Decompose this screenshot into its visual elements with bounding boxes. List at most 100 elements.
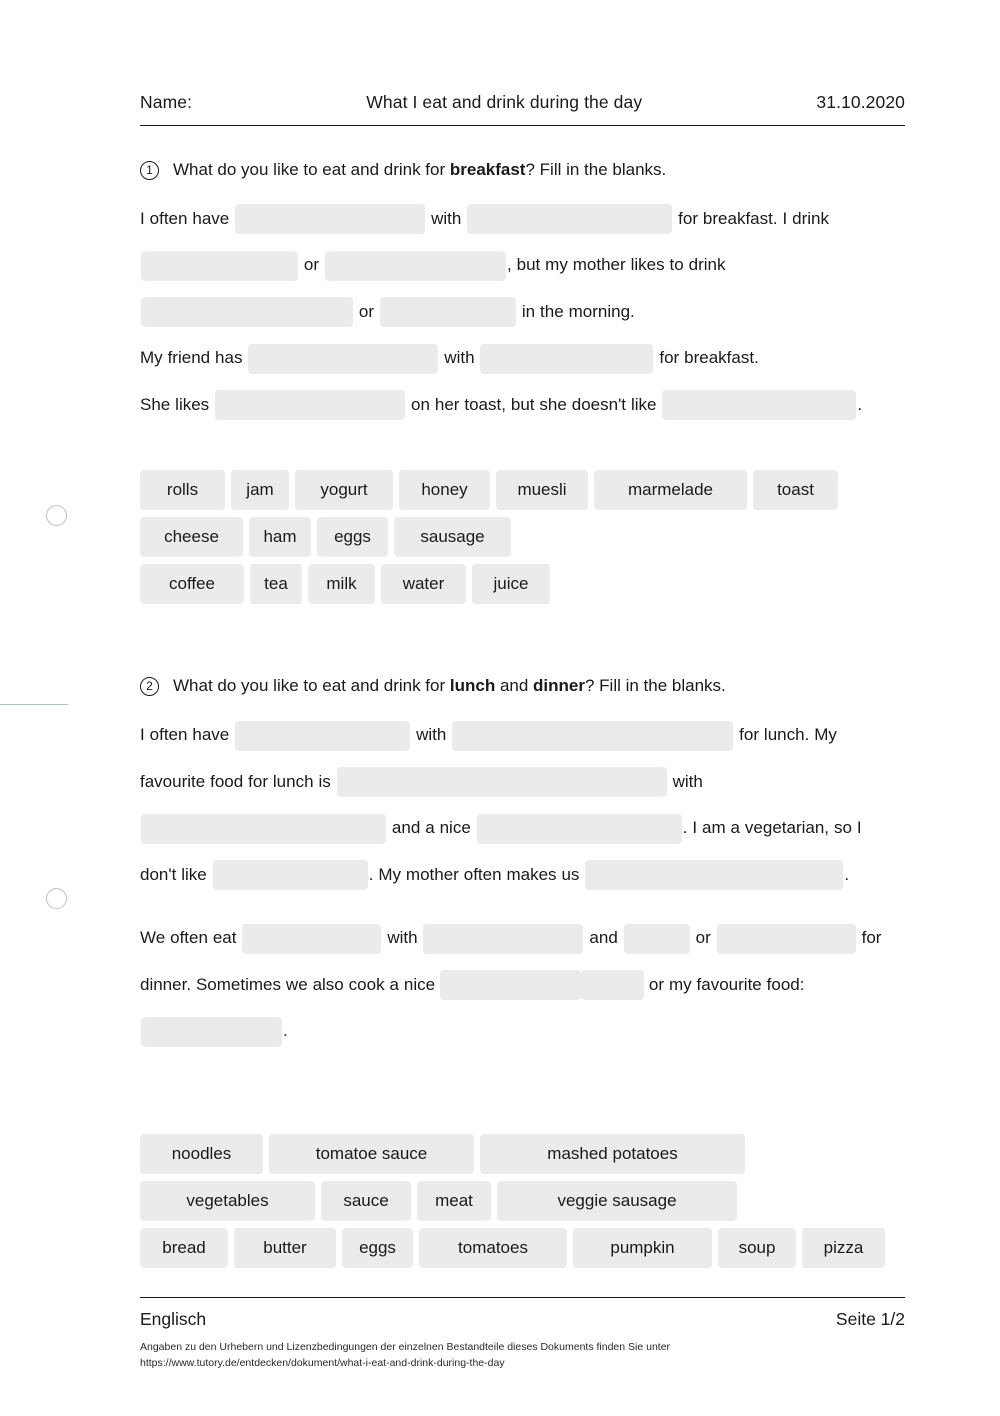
sentence-text: favourite food for lunch is xyxy=(140,771,336,791)
blank-field[interactable] xyxy=(581,970,644,1001)
worksheet-page: Name: What I eat and drink during the da… xyxy=(0,0,1000,1416)
document-header: Name: What I eat and drink during the da… xyxy=(140,0,905,113)
blank-field[interactable] xyxy=(336,767,667,798)
wordbank-row: noodles tomatoe sauce mashed potatoes xyxy=(140,1133,905,1174)
sentence-text: dinner. Sometimes we also cook a nice xyxy=(140,974,440,994)
sentence-line: or , but my mother likes to drink xyxy=(140,242,905,289)
blank-field[interactable] xyxy=(141,250,298,281)
sentence-text: don't like xyxy=(140,864,212,884)
wordbank-chip[interactable]: muesli xyxy=(496,470,588,511)
sentence-text: or xyxy=(690,928,716,948)
blank-field[interactable] xyxy=(212,860,368,891)
exercise-2-number: 2 xyxy=(140,677,159,697)
wordbank-chip[interactable]: toast xyxy=(753,470,838,511)
blank-field[interactable] xyxy=(423,923,584,954)
exercise-1-body: I often have with for breakfast. I drink… xyxy=(140,196,905,429)
blank-field[interactable] xyxy=(476,813,682,844)
wordbank-chip[interactable]: yogurt xyxy=(295,470,393,511)
exercise-2-body-lunch: I often have with for lunch. My favourite… xyxy=(140,712,905,898)
sentence-text: for lunch. My xyxy=(734,725,837,745)
wordbank-chip[interactable]: tomatoes xyxy=(419,1227,567,1268)
wordbank-row: rolls jam yogurt honey muesli marmelade toast xyxy=(140,470,905,511)
wordbank-chip[interactable]: milk xyxy=(308,564,375,605)
name-label: Name: xyxy=(140,92,193,112)
sentence-text: with xyxy=(426,208,467,228)
wordbank-chip[interactable]: tea xyxy=(250,564,302,605)
section-marker-circle-1[interactable] xyxy=(46,505,67,526)
wordbank-chip[interactable]: pumpkin xyxy=(573,1227,712,1268)
wordbank-chip[interactable]: cheese xyxy=(140,517,243,558)
sentence-text: and xyxy=(584,928,623,948)
footer-credits-line-1: Angaben zu den Urhebern und Lizenzbeding… xyxy=(140,1341,671,1353)
blank-field[interactable] xyxy=(242,923,382,954)
blank-field[interactable] xyxy=(440,970,581,1001)
blank-field[interactable] xyxy=(716,923,856,954)
wordbank-chip[interactable]: juice xyxy=(472,564,550,605)
blank-field[interactable] xyxy=(141,813,386,844)
blank-field[interactable] xyxy=(141,297,353,328)
sentence-text: My friend has xyxy=(140,348,248,368)
blank-field[interactable] xyxy=(248,343,439,374)
blank-field[interactable] xyxy=(324,250,506,281)
sentence-line: . xyxy=(140,1008,905,1055)
section-marker-circle-2[interactable] xyxy=(46,888,67,909)
wordbank-chip[interactable]: sauce xyxy=(321,1180,411,1221)
wordbank-row: cheese ham eggs sausage xyxy=(140,517,905,558)
wordbank-chip[interactable]: mashed potatoes xyxy=(480,1133,745,1174)
wordbank-chip[interactable]: eggs xyxy=(342,1227,413,1268)
sentence-text: . I am a vegetarian, so I xyxy=(682,818,862,838)
wordbank-chip[interactable]: pizza xyxy=(802,1227,885,1268)
wordbank-chip[interactable]: coffee xyxy=(140,564,244,605)
exercise-1: 1 What do you like to eat and drink for … xyxy=(140,159,905,605)
prompt2-text-before: What do you like to eat and drink for xyxy=(173,676,450,696)
sentence-text: or xyxy=(354,301,379,321)
blank-field[interactable] xyxy=(235,204,426,235)
exercise-1-wordbank: rolls jam yogurt honey muesli marmelade toast c… xyxy=(140,470,905,605)
sentence-text: with xyxy=(439,348,480,368)
wordbank-chip[interactable]: rolls xyxy=(140,470,225,511)
wordbank-chip[interactable]: veggie sausage xyxy=(497,1180,737,1221)
wordbank-chip[interactable]: sausage xyxy=(394,517,511,558)
sentence-text: or xyxy=(299,255,324,275)
blank-field[interactable] xyxy=(379,297,516,328)
wordbank-chip[interactable]: noodles xyxy=(140,1133,263,1174)
exercise-1-number: 1 xyxy=(140,161,159,180)
wordbank-chip[interactable]: soup xyxy=(718,1227,796,1268)
blank-field[interactable] xyxy=(662,390,857,421)
blank-field[interactable] xyxy=(623,923,690,954)
wordbank-chip[interactable]: eggs xyxy=(317,517,388,558)
sentence-line: I often have with for breakfast. I drink xyxy=(140,196,905,243)
blank-field[interactable] xyxy=(452,720,734,751)
footer-credits-url[interactable]: https://www.tutory.de/entdecken/dokument… xyxy=(140,1355,905,1371)
wordbank-chip[interactable]: honey xyxy=(399,470,490,511)
sentence-line: don't like . My mother often makes us . xyxy=(140,852,905,899)
footer-subject: Englisch xyxy=(140,1309,207,1329)
footer-main-line: Englisch Seite 1/2 xyxy=(140,1298,905,1330)
wordbank-chip[interactable]: butter xyxy=(234,1227,336,1268)
wordbank-chip[interactable]: meat xyxy=(417,1180,491,1221)
blank-field[interactable] xyxy=(585,860,844,891)
sentence-text: . My mother often makes us xyxy=(368,864,585,884)
wordbank-chip[interactable]: jam xyxy=(231,470,289,511)
footer-page-number: Seite 1/2 xyxy=(835,1309,905,1329)
sentence-text: for breakfast. I drink xyxy=(673,208,830,228)
wordbank-row: bread butter eggs tomatoes pumpkin soup pizza xyxy=(140,1227,905,1268)
wordbank-chip[interactable]: ham xyxy=(249,517,311,558)
sentence-text: for breakfast. xyxy=(654,348,759,368)
wordbank-chip[interactable]: marmelade xyxy=(594,470,747,511)
blank-field[interactable] xyxy=(467,204,673,235)
blank-field[interactable] xyxy=(235,720,411,751)
blank-field[interactable] xyxy=(215,390,406,421)
wordbank-chip[interactable]: vegetables xyxy=(140,1180,315,1221)
blank-field[interactable] xyxy=(480,343,654,374)
wordbank-chip[interactable]: water xyxy=(381,564,466,605)
wordbank-chip[interactable]: bread xyxy=(140,1227,228,1268)
wordbank-chip[interactable]: tomatoe sauce xyxy=(269,1133,474,1174)
sentence-text: in the morning. xyxy=(516,301,635,321)
wordbank-row: vegetables sauce meat veggie sausage xyxy=(140,1180,905,1221)
prompt-keyword-dinner: dinner xyxy=(533,676,585,696)
sheet-content: Name: What I eat and drink during the da… xyxy=(140,0,905,1275)
blank-field[interactable] xyxy=(141,1016,282,1047)
exercise-1-prompt: 1 What do you like to eat and drink for … xyxy=(140,159,905,182)
exercise-2-body-dinner: We often eat with and or for dinner. Some… xyxy=(140,915,905,1055)
